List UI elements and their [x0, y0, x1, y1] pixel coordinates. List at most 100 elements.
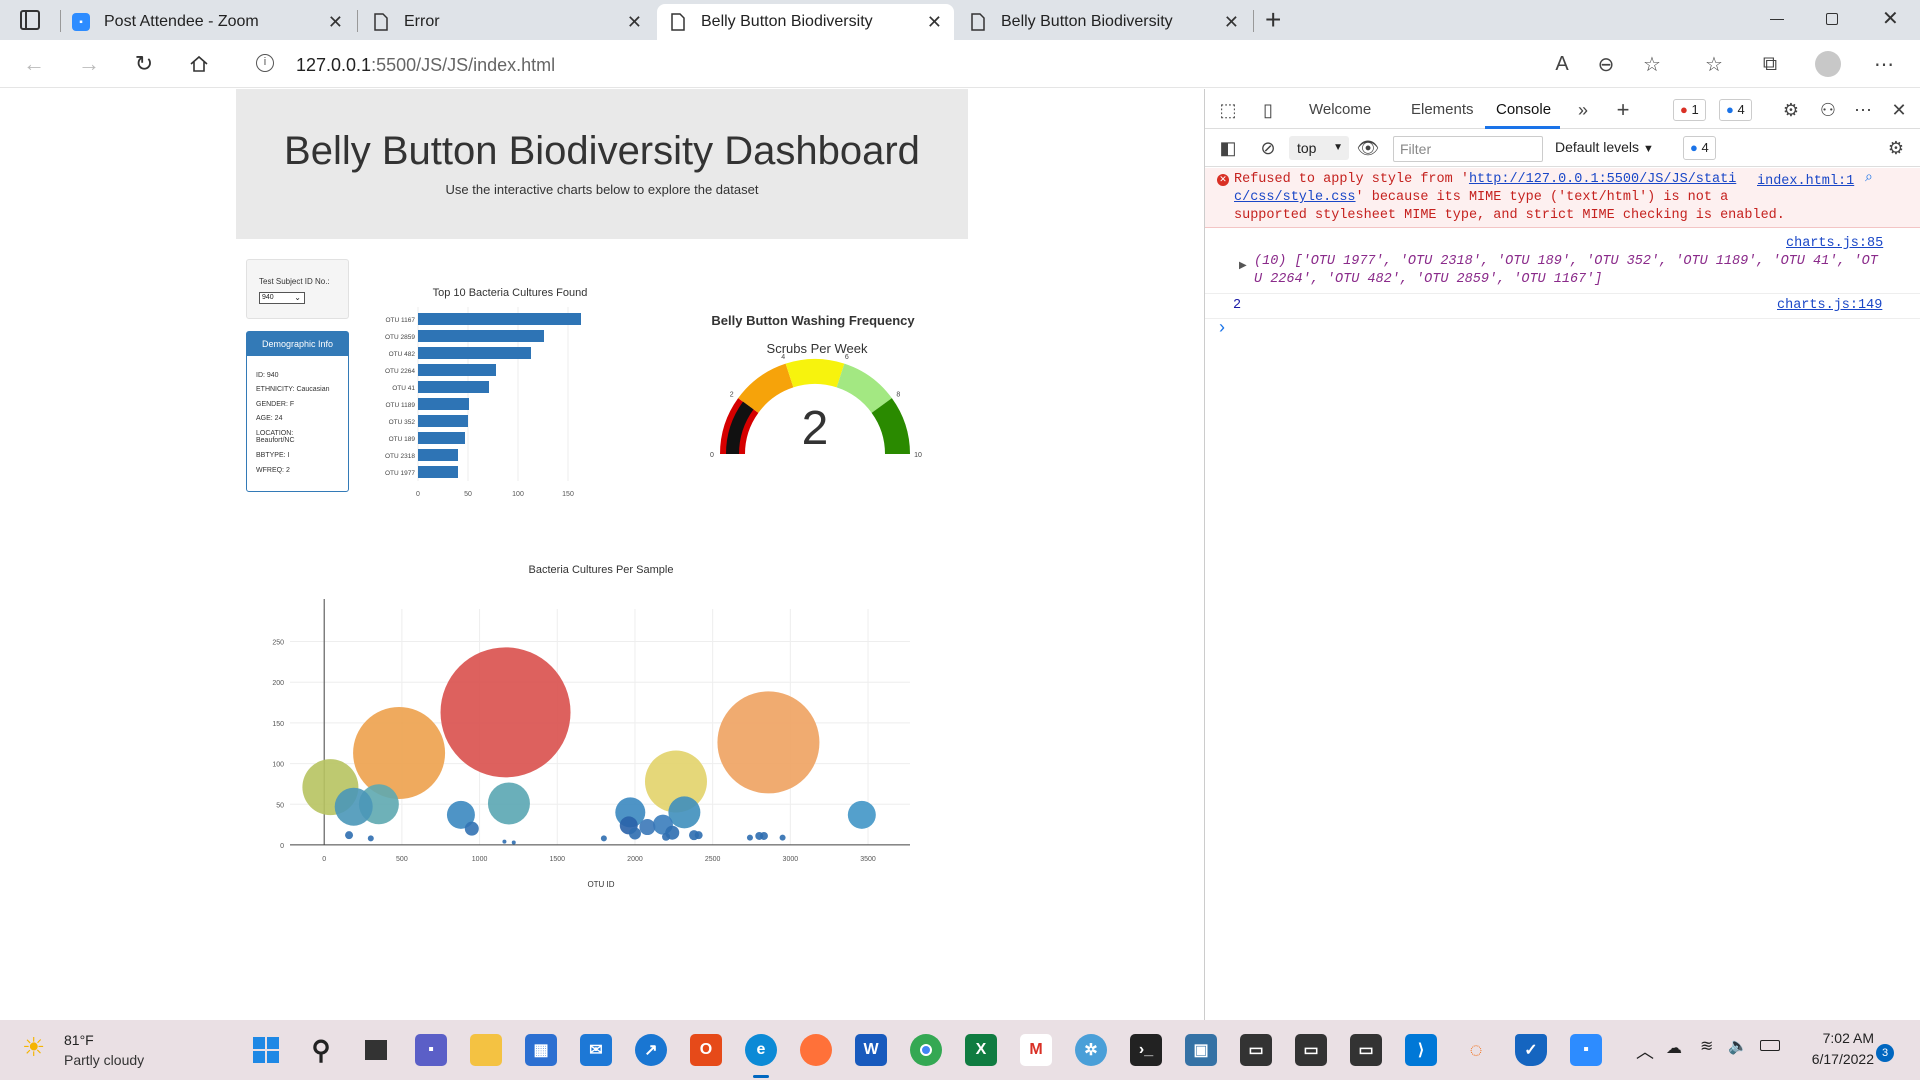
- terminal-icon[interactable]: ▭: [1350, 1034, 1382, 1066]
- file-explorer-icon[interactable]: [470, 1034, 502, 1066]
- console-settings-icon[interactable]: ⚙: [1883, 135, 1909, 161]
- inspect-icon[interactable]: ⬚: [1215, 97, 1241, 123]
- app-icon[interactable]: ↗: [635, 1034, 667, 1066]
- python-icon[interactable]: ▣: [1185, 1034, 1217, 1066]
- sidebar-toggle-icon[interactable]: ◧: [1215, 135, 1241, 161]
- log-source-link[interactable]: charts.js:85: [1786, 236, 1883, 251]
- subject-id-select[interactable]: 940 ⌄: [259, 292, 305, 304]
- log-levels-select[interactable]: Default levels ▼: [1555, 139, 1654, 155]
- eye-icon[interactable]: 👁: [1355, 135, 1381, 161]
- terminal-icon[interactable]: ▭: [1240, 1034, 1272, 1066]
- bubble-point: [694, 831, 703, 840]
- customize-icon[interactable]: ⚇: [1815, 97, 1841, 123]
- context-select[interactable]: top ▼: [1289, 136, 1349, 160]
- close-icon[interactable]: ✕: [627, 12, 642, 33]
- minimize-button[interactable]: [1770, 19, 1784, 20]
- close-icon[interactable]: ✕: [328, 12, 343, 33]
- more-menu-icon[interactable]: ⋯: [1870, 50, 1898, 78]
- restore-button[interactable]: [1826, 13, 1838, 25]
- demo-bbtype: BBTYPE: I: [256, 452, 290, 459]
- read-aloud-icon[interactable]: A: [1548, 50, 1576, 78]
- info-count-badge[interactable]: ● 4: [1719, 99, 1752, 121]
- weather-icon[interactable]: ☀: [22, 1032, 45, 1063]
- app-icon[interactable]: ✲: [1075, 1034, 1107, 1066]
- volume-icon[interactable]: 🔈: [1728, 1036, 1748, 1056]
- firefox-icon[interactable]: [800, 1034, 832, 1066]
- clear-console-icon[interactable]: ⊘: [1255, 135, 1281, 161]
- excel-icon[interactable]: X: [965, 1034, 997, 1066]
- chrome-icon[interactable]: [910, 1034, 942, 1066]
- battery-icon[interactable]: [1760, 1040, 1780, 1051]
- add-tab-icon[interactable]: +: [1610, 97, 1636, 123]
- tab-error[interactable]: Error ✕: [360, 4, 654, 40]
- back-button[interactable]: ←: [18, 48, 50, 80]
- close-icon[interactable]: ✕: [1224, 12, 1239, 33]
- more-options-icon[interactable]: ⋯: [1850, 97, 1876, 123]
- expand-arrow-icon[interactable]: ▶: [1239, 260, 1247, 272]
- jupyter-icon[interactable]: ◌: [1460, 1034, 1492, 1066]
- bubble-point: [440, 647, 571, 778]
- close-devtools-icon[interactable]: ✕: [1886, 97, 1912, 123]
- refresh-button[interactable]: ↻: [128, 48, 160, 80]
- chevron-up-icon[interactable]: ︿: [1636, 1038, 1654, 1064]
- tab-title: Belly Button Biodiversity: [701, 13, 873, 30]
- clock-time[interactable]: 7:02 AM: [1802, 1030, 1874, 1046]
- tab-actions-icon[interactable]: [20, 10, 40, 30]
- tab-belly-button[interactable]: Belly Button Biodiversity ✕: [957, 4, 1251, 40]
- tab-belly-button-active[interactable]: Belly Button Biodiversity ✕: [657, 4, 954, 40]
- store-icon[interactable]: ▦: [525, 1034, 557, 1066]
- word-icon[interactable]: W: [855, 1034, 887, 1066]
- tab-title: Post Attendee - Zoom: [104, 13, 259, 30]
- tab-console[interactable]: Console: [1496, 101, 1551, 118]
- search-icon[interactable]: ⚲: [305, 1034, 337, 1066]
- subject-label: Test Subject ID No.:: [259, 277, 330, 286]
- terminal-icon[interactable]: ›_: [1130, 1034, 1162, 1066]
- close-window-button[interactable]: ✕: [1882, 6, 1899, 31]
- new-tab-button[interactable]: +: [1265, 4, 1281, 36]
- wifi-icon[interactable]: ≋: [1700, 1036, 1713, 1056]
- favorites-icon[interactable]: ☆: [1700, 50, 1728, 78]
- add-favorite-icon[interactable]: ☆: [1638, 50, 1666, 78]
- home-button[interactable]: [183, 48, 215, 80]
- avatar[interactable]: [1814, 50, 1842, 78]
- filter-input[interactable]: Filter: [1393, 136, 1543, 162]
- collections-icon[interactable]: ⧉: [1756, 50, 1784, 78]
- teams-chat-icon[interactable]: ▪: [415, 1034, 447, 1066]
- address-bar[interactable]: i 127.0.0.1:5500/JS/JS/index.html: [236, 46, 1656, 82]
- weather-temp[interactable]: 81°F: [64, 1032, 94, 1048]
- task-view-icon[interactable]: [360, 1034, 392, 1066]
- edge-icon[interactable]: e: [745, 1034, 777, 1066]
- error-count-badge[interactable]: ● 1: [1673, 99, 1706, 121]
- tab-zoom[interactable]: ▪ Post Attendee - Zoom ✕: [60, 4, 355, 40]
- more-tabs-icon[interactable]: »: [1570, 97, 1596, 123]
- device-toolbar-icon[interactable]: ▯: [1255, 97, 1281, 123]
- zoom-icon[interactable]: ▪: [1570, 1034, 1602, 1066]
- bubble-point: [847, 800, 876, 829]
- weather-desc[interactable]: Partly cloudy: [64, 1052, 144, 1068]
- forward-button[interactable]: →: [73, 48, 105, 80]
- info-icon[interactable]: i: [256, 54, 274, 72]
- zoom-out-icon[interactable]: ⊖: [1592, 50, 1620, 78]
- start-icon[interactable]: [250, 1034, 282, 1066]
- search-icon[interactable]: ⌕: [1865, 170, 1873, 186]
- close-icon[interactable]: ✕: [927, 12, 942, 33]
- notification-badge[interactable]: 3: [1876, 1044, 1894, 1062]
- settings-icon[interactable]: ⚙: [1778, 97, 1804, 123]
- vscode-icon[interactable]: ⟩: [1405, 1034, 1437, 1066]
- terminal-icon[interactable]: ▭: [1295, 1034, 1327, 1066]
- clock-date[interactable]: 6/17/2022: [1798, 1051, 1874, 1067]
- office-icon[interactable]: O: [690, 1034, 722, 1066]
- log-source-link[interactable]: charts.js:149: [1777, 298, 1882, 313]
- washing-frequency-gauge: Belly Button Washing FrequencyScrubs Per…: [710, 313, 922, 459]
- issues-badge[interactable]: ● 4: [1683, 136, 1716, 160]
- gmail-icon[interactable]: M: [1020, 1034, 1052, 1066]
- mail-icon[interactable]: ✉: [580, 1034, 612, 1066]
- console-prompt-icon[interactable]: ›: [1219, 317, 1225, 338]
- message-icon: ●: [1726, 102, 1734, 117]
- error-source-link[interactable]: index.html:1: [1757, 174, 1854, 189]
- gauge-tick-label: 0: [710, 452, 714, 459]
- onedrive-icon[interactable]: ☁: [1666, 1038, 1682, 1058]
- security-icon[interactable]: ✓: [1515, 1034, 1547, 1066]
- tab-welcome[interactable]: Welcome: [1309, 101, 1371, 118]
- tab-elements[interactable]: Elements: [1411, 101, 1474, 118]
